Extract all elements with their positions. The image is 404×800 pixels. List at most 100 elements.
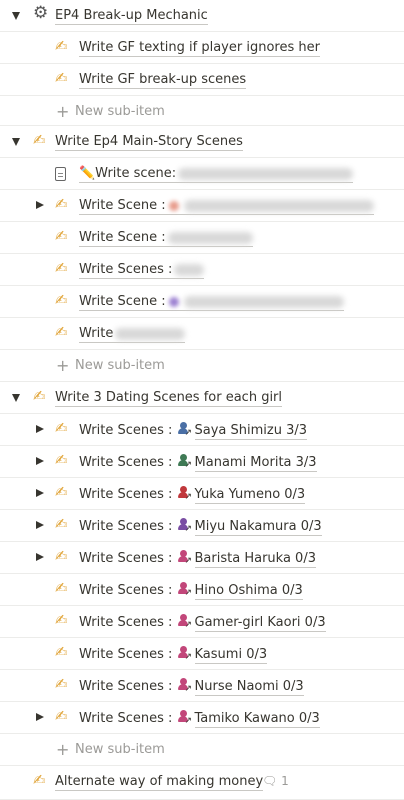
task-title[interactable]: Alternate way of making money bbox=[55, 774, 264, 791]
task-row[interactable]: + New sub-item bbox=[0, 350, 404, 382]
task-title[interactable]: Write Scene : bbox=[79, 294, 344, 311]
task-title[interactable]: Write Scenes : ↗ Kasumi 0/3 bbox=[79, 646, 268, 664]
person-icon: ↗ bbox=[177, 550, 192, 566]
task-title-text: Write GF break-up scenes bbox=[79, 72, 247, 87]
task-row[interactable]: ✍ Write GF break-up scenes bbox=[0, 64, 404, 96]
linked-page[interactable]: Barista Haruka 0/3 bbox=[194, 551, 316, 568]
task-row[interactable]: ✍ Write Scene : bbox=[0, 222, 404, 254]
task-row[interactable]: ✍ Write bbox=[0, 318, 404, 350]
linked-page[interactable]: Saya Shimizu 3/3 bbox=[194, 423, 308, 440]
task-title[interactable]: Write Scenes : ↗ Saya Shimizu 3/3 bbox=[79, 422, 308, 440]
task-row[interactable]: ✍ Alternate way of making money 🗨 1 bbox=[0, 766, 404, 800]
task-list: ⚙ EP4 Break-up Mechanic ✍ Write GF texting … bbox=[0, 0, 404, 800]
writing-hand-icon: ✍ bbox=[33, 387, 46, 405]
task-title[interactable]: Write Scenes : ↗ Gamer-girl Kaori 0/3 bbox=[79, 614, 326, 632]
writing-hand-icon: ✍ bbox=[55, 515, 68, 533]
task-row[interactable]: ✍ Write Scenes : ↗ Saya Shimizu 3/3 bbox=[0, 414, 404, 446]
task-row[interactable]: ✏️Write scene: bbox=[0, 158, 404, 190]
toggle-arrow[interactable] bbox=[36, 489, 44, 497]
writing-hand-icon: ✍ bbox=[55, 259, 68, 277]
toggle-arrow[interactable] bbox=[36, 713, 44, 721]
plus-icon[interactable]: + bbox=[56, 102, 69, 121]
writing-hand-icon: ✍ bbox=[33, 771, 46, 789]
task-title[interactable]: Write Scenes : ↗ Barista Haruka 0/3 bbox=[79, 550, 316, 568]
task-title[interactable]: Write GF texting if player ignores her bbox=[79, 40, 320, 57]
task-title-text: Alternate way of making money bbox=[55, 774, 264, 789]
task-title[interactable]: Write Scenes : ↗ Tamiko Kawano 0/3 bbox=[79, 710, 320, 728]
writing-hand-icon: ✍ bbox=[55, 579, 68, 597]
task-title[interactable]: Write Scenes : bbox=[79, 262, 205, 279]
writing-hand-icon: ✍ bbox=[55, 451, 68, 469]
task-title[interactable]: Write GF break-up scenes bbox=[79, 72, 247, 89]
toggle-arrow[interactable] bbox=[36, 521, 44, 529]
task-title-text: Write Scenes : bbox=[79, 647, 173, 662]
toggle-arrow[interactable] bbox=[12, 394, 20, 402]
linked-page[interactable]: Gamer-girl Kaori 0/3 bbox=[194, 615, 326, 632]
task-row[interactable]: ✍ Write Scenes : ↗ Miyu Nakamura 0/3 bbox=[0, 510, 404, 542]
toggle-arrow[interactable] bbox=[36, 425, 44, 433]
blurred-text bbox=[183, 295, 344, 308]
task-title[interactable]: EP4 Break-up Mechanic bbox=[55, 8, 208, 25]
plus-icon[interactable]: + bbox=[56, 740, 69, 759]
linked-page[interactable]: Manami Morita 3/3 bbox=[194, 455, 317, 472]
toggle-arrow[interactable] bbox=[12, 12, 20, 20]
blurred-text bbox=[178, 167, 354, 180]
linked-page[interactable]: Miyu Nakamura 0/3 bbox=[194, 519, 322, 536]
task-title[interactable]: Write Scenes : ↗ Manami Morita 3/3 bbox=[79, 454, 317, 472]
task-title[interactable]: Write 3 Dating Scenes for each girl bbox=[55, 390, 283, 407]
linked-page[interactable]: Nurse Naomi 0/3 bbox=[194, 679, 304, 696]
writing-hand-icon: ✍ bbox=[55, 675, 68, 693]
plus-icon[interactable]: + bbox=[56, 356, 69, 375]
task-title[interactable]: Write Scenes : ↗ Yuka Yumeno 0/3 bbox=[79, 486, 306, 504]
task-row[interactable]: ✍ Write Scenes : ↗ Hino Oshima 0/3 bbox=[0, 574, 404, 606]
toggle-arrow[interactable] bbox=[12, 138, 20, 146]
task-title-text: Write Scenes : bbox=[79, 551, 173, 566]
task-row[interactable]: + New sub-item bbox=[0, 734, 404, 766]
task-row[interactable]: ✍ Write GF texting if player ignores her bbox=[0, 32, 404, 64]
task-row[interactable]: ✍ Write Scenes : ↗ Yuka Yumeno 0/3 bbox=[0, 478, 404, 510]
task-title[interactable]: Write Scenes : ↗ Hino Oshima 0/3 bbox=[79, 582, 303, 600]
new-sub-item-button[interactable]: New sub-item bbox=[75, 104, 165, 119]
task-title[interactable]: Write Scene : bbox=[79, 198, 374, 215]
person-icon: ↗ bbox=[177, 582, 192, 598]
comment-count[interactable]: 🗨 1 bbox=[262, 774, 289, 788]
comment-icon: 🗨 bbox=[262, 774, 282, 788]
person-icon: ↗ bbox=[177, 614, 192, 630]
task-row[interactable]: ✍ Write Scenes : ↗ Nurse Naomi 0/3 bbox=[0, 670, 404, 702]
task-row[interactable]: + New sub-item bbox=[0, 96, 404, 126]
task-title[interactable]: Write Scene : bbox=[79, 230, 253, 247]
task-row[interactable]: ✍ Write Scenes : ↗ Manami Morita 3/3 bbox=[0, 446, 404, 478]
task-title[interactable]: Write bbox=[79, 326, 186, 343]
writing-hand-icon: ✍ bbox=[55, 323, 68, 341]
task-row[interactable]: ✍ Write Scene : bbox=[0, 190, 404, 222]
blurred-text bbox=[174, 263, 205, 276]
task-title[interactable]: Write Scenes : ↗ Nurse Naomi 0/3 bbox=[79, 678, 304, 696]
toggle-arrow[interactable] bbox=[36, 201, 44, 209]
blurred-text bbox=[167, 231, 253, 244]
writing-hand-icon: ✍ bbox=[55, 547, 68, 565]
task-title[interactable]: ✏️Write scene: bbox=[79, 166, 354, 183]
new-sub-item-button[interactable]: New sub-item bbox=[75, 742, 165, 757]
task-row[interactable]: ✍ Write Ep4 Main-Story Scenes bbox=[0, 126, 404, 158]
linked-page[interactable]: Hino Oshima 0/3 bbox=[194, 583, 303, 600]
task-title[interactable]: Write Scenes : ↗ Miyu Nakamura 0/3 bbox=[79, 518, 322, 536]
task-row[interactable]: ✍ Write Scenes : ↗ Barista Haruka 0/3 bbox=[0, 542, 404, 574]
toggle-arrow[interactable] bbox=[36, 553, 44, 561]
task-title[interactable]: Write Ep4 Main-Story Scenes bbox=[55, 134, 243, 151]
task-row[interactable]: ✍ Write Scenes : ↗ Tamiko Kawano 0/3 bbox=[0, 702, 404, 734]
task-row[interactable]: ✍ Write Scenes : bbox=[0, 254, 404, 286]
task-row[interactable]: ✍ Write Scene : bbox=[0, 286, 404, 318]
task-title-text: Write GF texting if player ignores her bbox=[79, 40, 320, 55]
writing-hand-icon: ✍ bbox=[55, 69, 68, 87]
task-row[interactable]: ✍ Write Scenes : ↗ Gamer-girl Kaori 0/3 bbox=[0, 606, 404, 638]
toggle-arrow[interactable] bbox=[36, 457, 44, 465]
task-row[interactable]: ✍ Write Scenes : ↗ Kasumi 0/3 bbox=[0, 638, 404, 670]
linked-page[interactable]: Kasumi 0/3 bbox=[194, 647, 268, 664]
task-row[interactable]: ⚙ EP4 Break-up Mechanic bbox=[0, 0, 404, 32]
task-row[interactable]: ✍ Write 3 Dating Scenes for each girl bbox=[0, 382, 404, 414]
linked-page[interactable]: Tamiko Kawano 0/3 bbox=[194, 711, 320, 728]
task-title-text: Write Scene : bbox=[79, 294, 166, 309]
linked-page[interactable]: Yuka Yumeno 0/3 bbox=[194, 487, 306, 504]
document-icon bbox=[55, 167, 66, 181]
new-sub-item-button[interactable]: New sub-item bbox=[75, 358, 165, 373]
